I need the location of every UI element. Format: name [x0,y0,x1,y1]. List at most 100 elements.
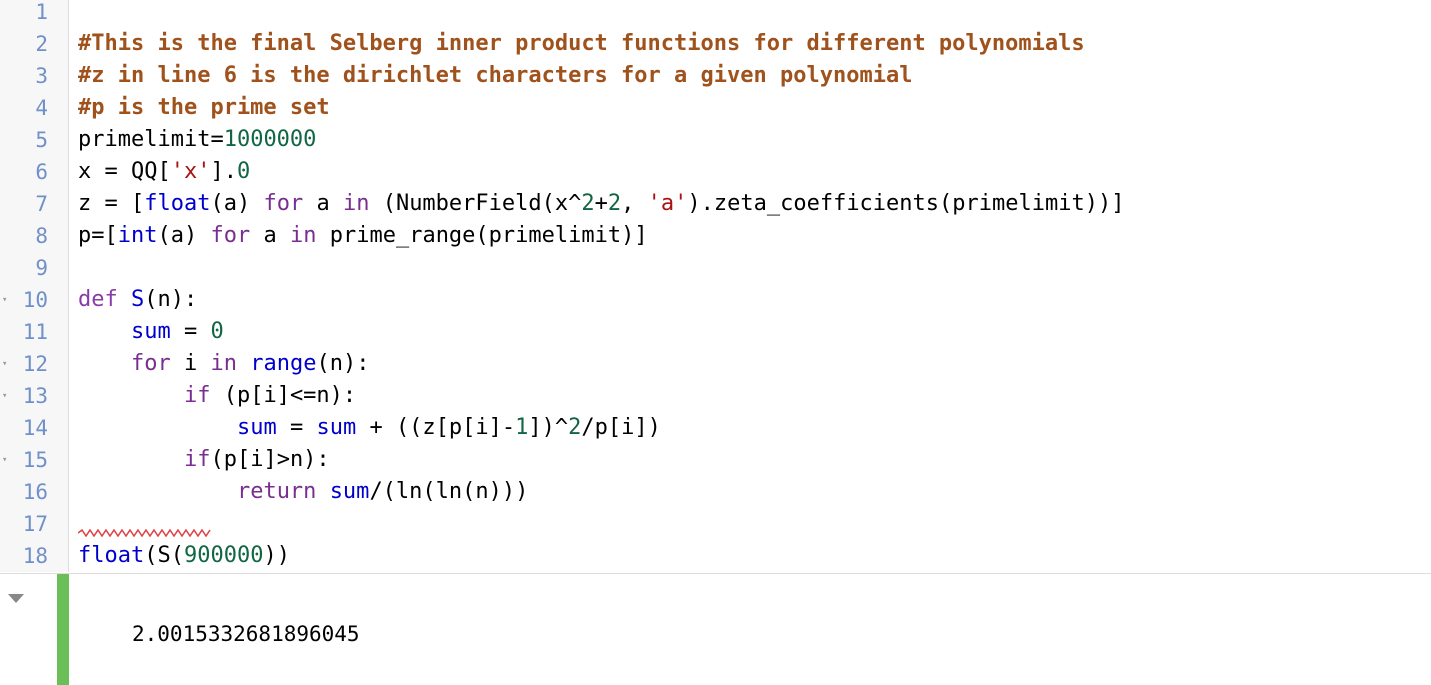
line-number: 14 [22,416,48,440]
line-number: 8 [35,224,48,248]
code-line[interactable]: sum = 0 [78,316,224,348]
code-token: ).zeta_coefficients(primelimit))] [687,191,1125,216]
code-token: i [170,351,211,376]
code-token: 1 [515,415,529,440]
code-token: range [250,351,317,376]
line-number: 10 [22,288,48,312]
line-number-gutter: 1 2 3 4 5 6 7 8 9 10 ▾ 11 12 ▾ 13 ▾ 14 15 ▾ 16 17 18 [0,0,69,572]
code-token: if [183,447,211,472]
code-token: (n): [144,287,198,312]
code-line[interactable]: float(S(900000)) [78,540,290,572]
line-number: 9 [35,256,48,280]
code-line[interactable]: p=[int(a) for a in prime_range(primelimi… [78,220,648,252]
code-token: int [117,223,158,248]
code-token: #This is the final Selberg inner product… [78,31,1085,56]
code-token: 0 [236,159,251,184]
line-number: 16 [22,480,48,504]
code-line[interactable]: #This is the final Selberg inner product… [78,28,1085,60]
code-token: 1000000 [223,127,317,152]
code-token: 2 [581,191,595,216]
code-token: sum [329,479,370,504]
code-line[interactable]: return sum/(ln(ln(n))) [78,476,528,508]
code-token: (NumberField(x^ [369,191,582,216]
code-token: p=[ [78,223,118,248]
code-token: for [263,191,304,216]
fold-arrow-icon[interactable]: ▾ [2,380,7,412]
code-token: , [621,191,648,216]
cell-output: 2.0015332681896045 [0,573,1431,685]
output-indicator-bar[interactable] [57,574,69,685]
code-line[interactable]: z = [float(a) for a in (NumberField(x^2+… [78,188,1124,220]
fold-arrow-icon[interactable]: ▾ [2,348,7,380]
line-number: 11 [22,320,48,344]
code-token: a [250,223,290,248]
code-line[interactable]: #z in line 6 is the dirichlet characters… [78,60,912,92]
code-token: x = QQ[ [78,159,171,184]
line-number: 1 [35,0,48,24]
line-number: 2 [35,32,48,56]
code-token: a [303,191,343,216]
code-token: ])^ [528,415,569,440]
code-line[interactable]: sum = sum + ((z[p[i]-1])^2/p[i]) [78,412,661,444]
code-line[interactable]: if(p[i]>n): [78,444,330,476]
line-number: 7 [35,192,48,216]
code-editor[interactable]: 1 2 3 4 5 6 7 8 9 10 ▾ 11 12 ▾ 13 ▾ 14 15 ▾ 16 17 18 #This is… [0,0,1431,572]
code-token: z = [ [78,191,145,216]
code-token: (p[i]<=n): [210,383,357,408]
code-line[interactable]: for i in range(n): [78,348,369,380]
code-token: + [594,191,608,216]
code-token: #z in line 6 is the dirichlet characters… [78,63,913,88]
code-line[interactable]: x = QQ['x'].0 [78,156,250,188]
code-token: (p[i]>n): [210,447,330,472]
code-token: for [130,351,171,376]
fold-arrow-icon[interactable]: ▾ [2,284,7,316]
line-number: 5 [35,128,48,152]
output-value: 2.0015332681896045 [132,622,360,646]
code-token: float [144,191,211,216]
line-number: 6 [35,160,48,184]
collapse-output-icon[interactable] [8,594,24,603]
line-number: 18 [22,544,48,568]
code-token: = [170,319,211,344]
code-line[interactable]: def S(n): [78,284,197,316]
code-token: float [78,543,145,568]
code-token: #p is the prime set [78,95,330,120]
code-token: (a) [210,191,264,216]
code-line[interactable]: if (p[i]<=n): [78,380,356,412]
code-token: + ((z[p[i]- [356,415,516,440]
fold-arrow-icon[interactable]: ▾ [2,444,7,476]
code-line[interactable]: primelimit=1000000 [78,124,316,156]
code-token: )) [263,543,290,568]
code-token: 0 [210,319,224,344]
code-token: ]. [210,159,237,184]
code-token: 'a' [647,191,688,216]
code-token: if [183,383,211,408]
code-token: return [236,479,317,504]
code-token: 2 [568,415,582,440]
line-number: 17 [22,512,48,536]
code-token: in [210,351,237,376]
code-token: S [131,287,145,312]
code-token: 2 [607,191,622,216]
code-token: (n): [316,351,370,376]
code-token: primelimit= [78,127,224,152]
code-token: def [78,287,118,312]
line-number: 13 [22,384,48,408]
line-number: 3 [35,64,48,88]
code-token: in [289,223,317,248]
code-token: (a) [157,223,211,248]
code-token: 'x' [170,159,211,184]
spellcheck-squiggle [78,529,211,537]
code-token: 900000 [183,543,264,568]
code-token: in [342,191,370,216]
code-line[interactable]: #p is the prime set [78,92,330,124]
